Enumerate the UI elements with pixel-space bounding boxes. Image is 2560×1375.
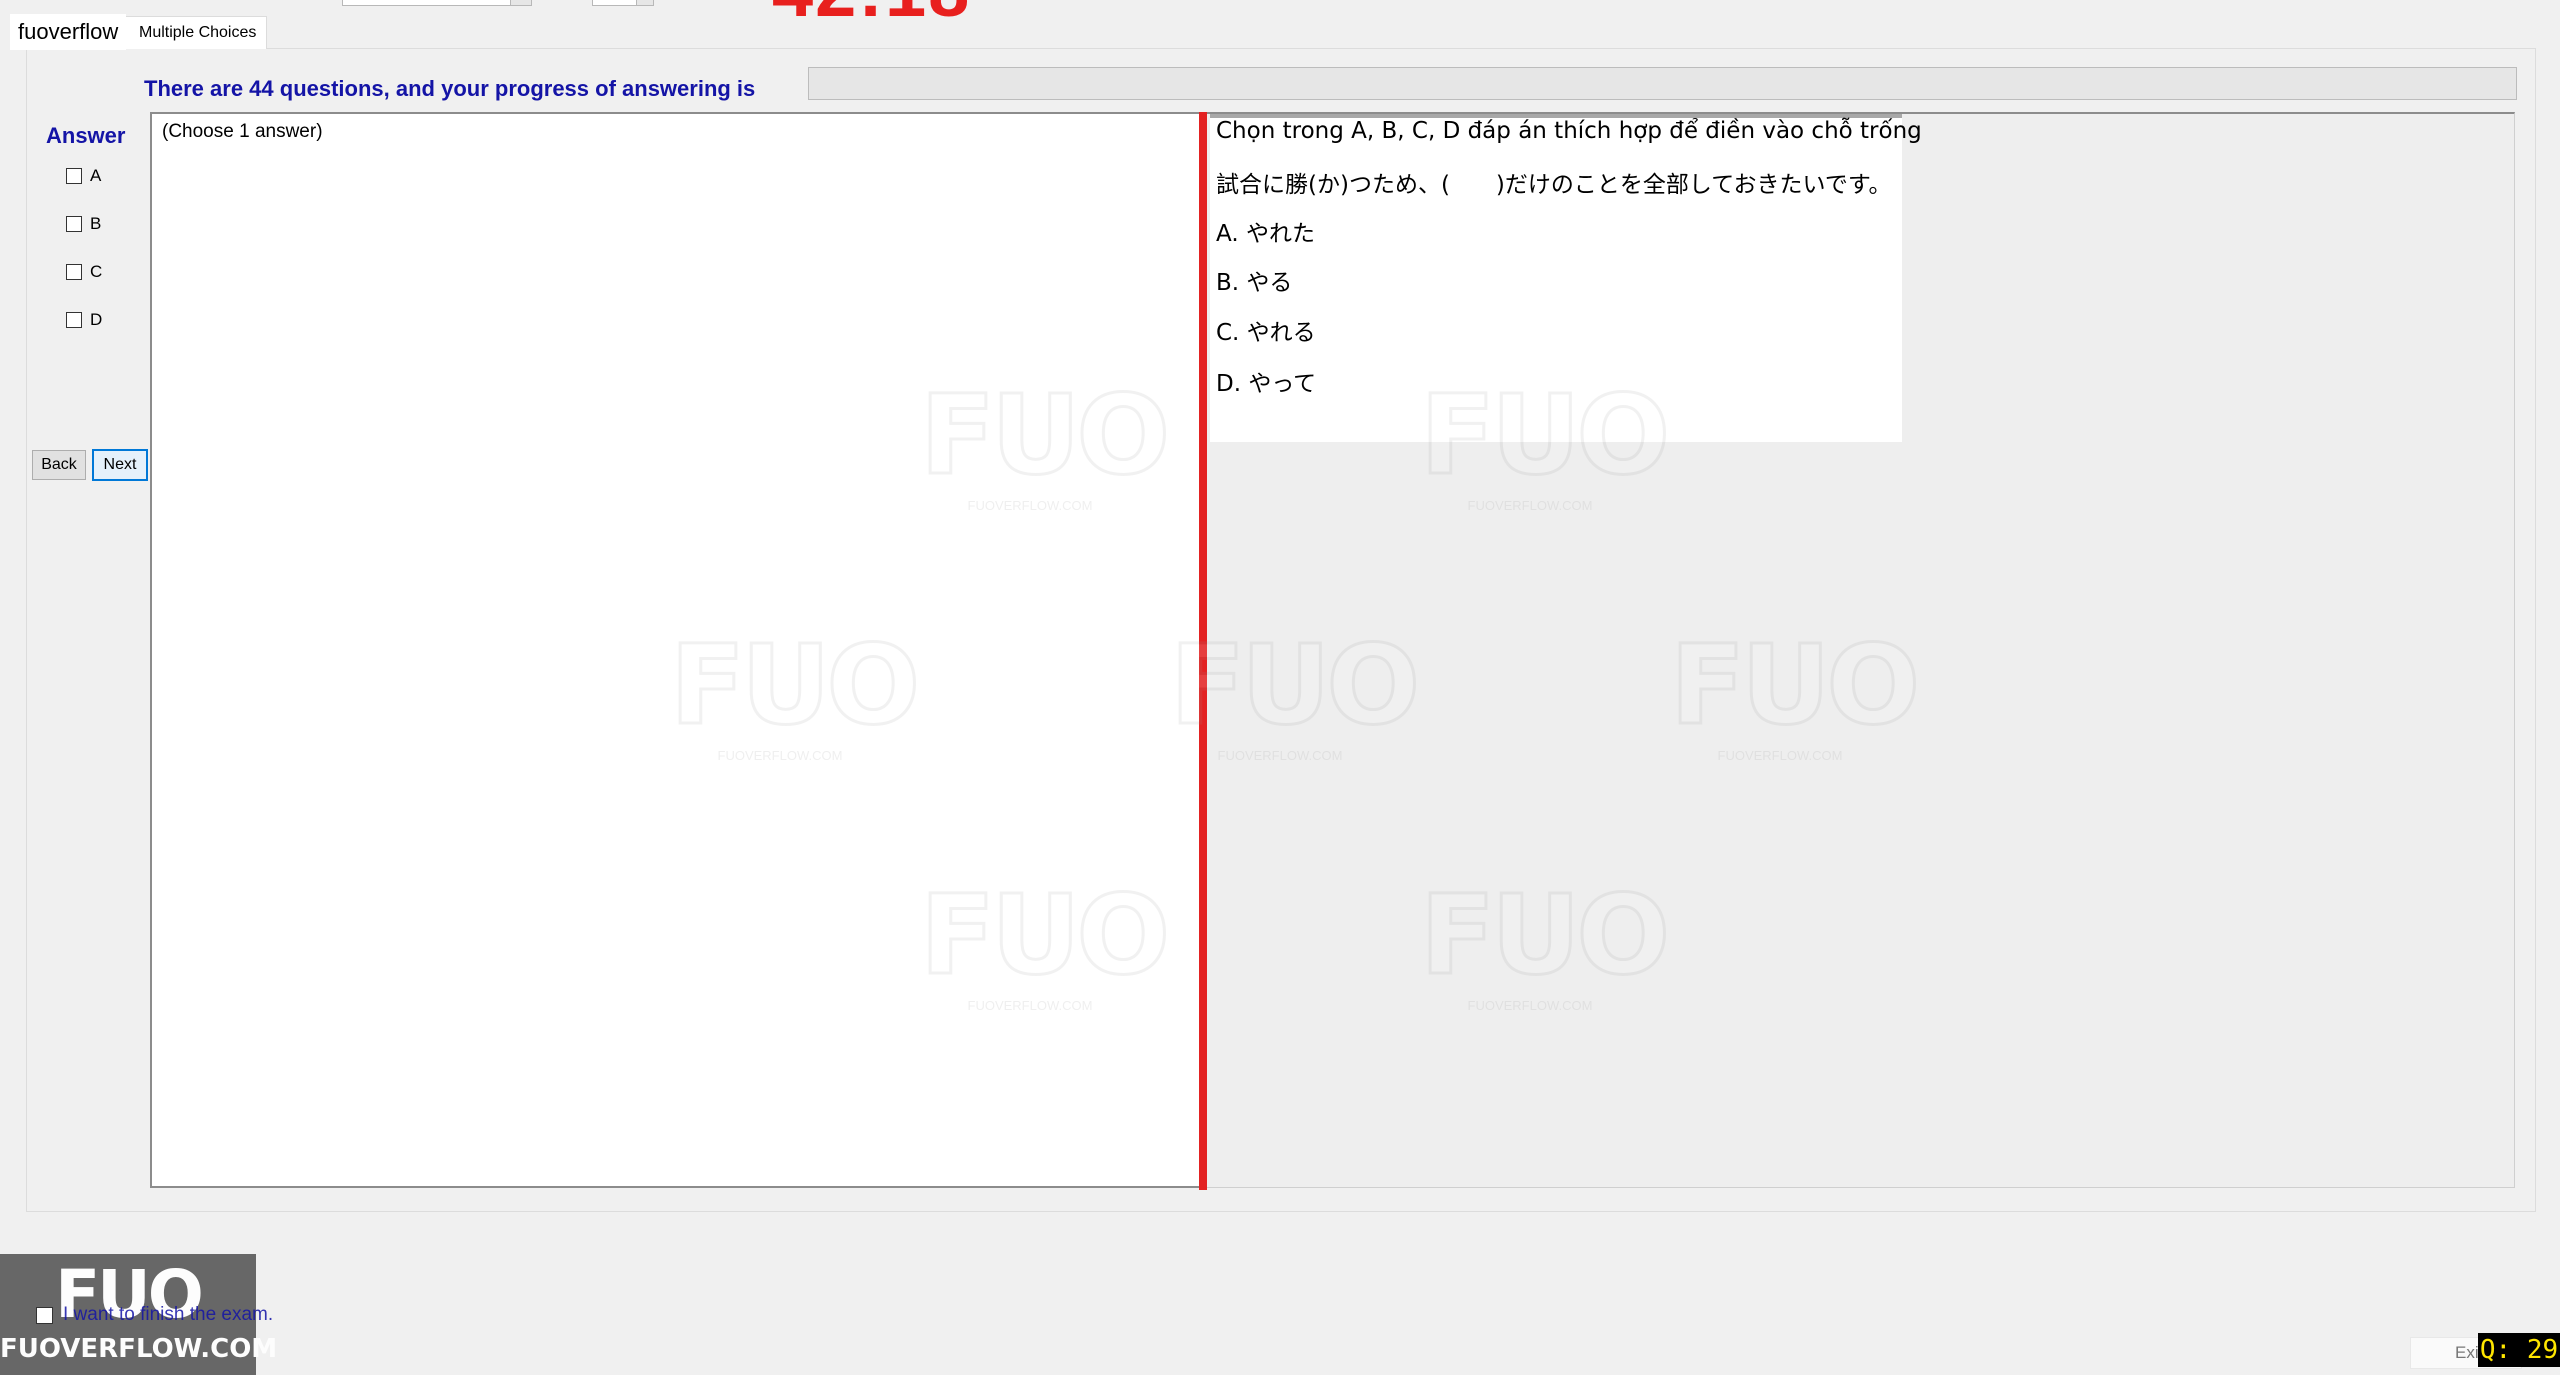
finish-exam-checkbox[interactable] [36, 1306, 53, 1324]
answer-option-b[interactable]: B [66, 212, 101, 236]
answer-text-area[interactable] [150, 112, 1202, 1188]
question-choice-c: C. やれる [1216, 320, 1316, 346]
brand-tag: fuoverflow [10, 14, 127, 50]
chevron-down-icon[interactable] [510, 0, 531, 5]
question-sentence: 試合に勝(か)つため、( )だけのことを全部しておきたいです。 [1216, 172, 1892, 198]
back-button[interactable]: Back [32, 450, 86, 480]
checkbox-c[interactable] [66, 264, 82, 280]
question-number-badge: Q: 29 [2478, 1333, 2560, 1367]
answer-option-label: D [90, 310, 103, 329]
question-choice-a: A. やれた [1216, 221, 1315, 247]
tab-multiple-choices[interactable]: Multiple Choices [118, 16, 268, 49]
answer-title: Answer [46, 123, 126, 148]
answer-option-d[interactable]: D [66, 308, 102, 332]
answer-option-c[interactable]: C [66, 260, 102, 284]
answer-option-a[interactable]: A [66, 164, 101, 188]
chevron-down-icon[interactable] [636, 0, 653, 5]
answer-option-label: B [90, 214, 102, 233]
countdown-timer: 42:18 [772, 0, 971, 28]
answer-option-label: C [90, 262, 103, 281]
question-choice-b: B. やる [1216, 270, 1293, 296]
finish-exam-option[interactable]: I want to finish the exam. [36, 1304, 273, 1326]
brand-logo-name: FUOVERFLOW.COM [0, 1334, 278, 1364]
panel-splitter[interactable] [1199, 112, 1207, 1190]
question-choice-d: D. やって [1216, 371, 1317, 397]
choose-hint: (Choose 1 answer) [162, 121, 323, 142]
finish-exam-label: I want to finish the exam. [63, 1304, 274, 1325]
checkbox-a[interactable] [66, 168, 82, 184]
answer-option-label: A [90, 166, 102, 185]
top-small-combo-box[interactable] [592, 0, 654, 6]
top-combo-box[interactable] [342, 0, 532, 6]
checkbox-b[interactable] [66, 216, 82, 232]
next-button[interactable]: Next [92, 449, 148, 481]
progress-label: There are 44 questions, and your progres… [144, 76, 756, 101]
checkbox-d[interactable] [66, 312, 82, 328]
progress-bar [808, 67, 2517, 100]
question-instruction: Chọn trong A, B, C, D đáp án thích hợp đ… [1216, 118, 1922, 144]
exam-client-window: 42:18 Multiple Choices fuoverflow There … [0, 0, 2560, 1375]
